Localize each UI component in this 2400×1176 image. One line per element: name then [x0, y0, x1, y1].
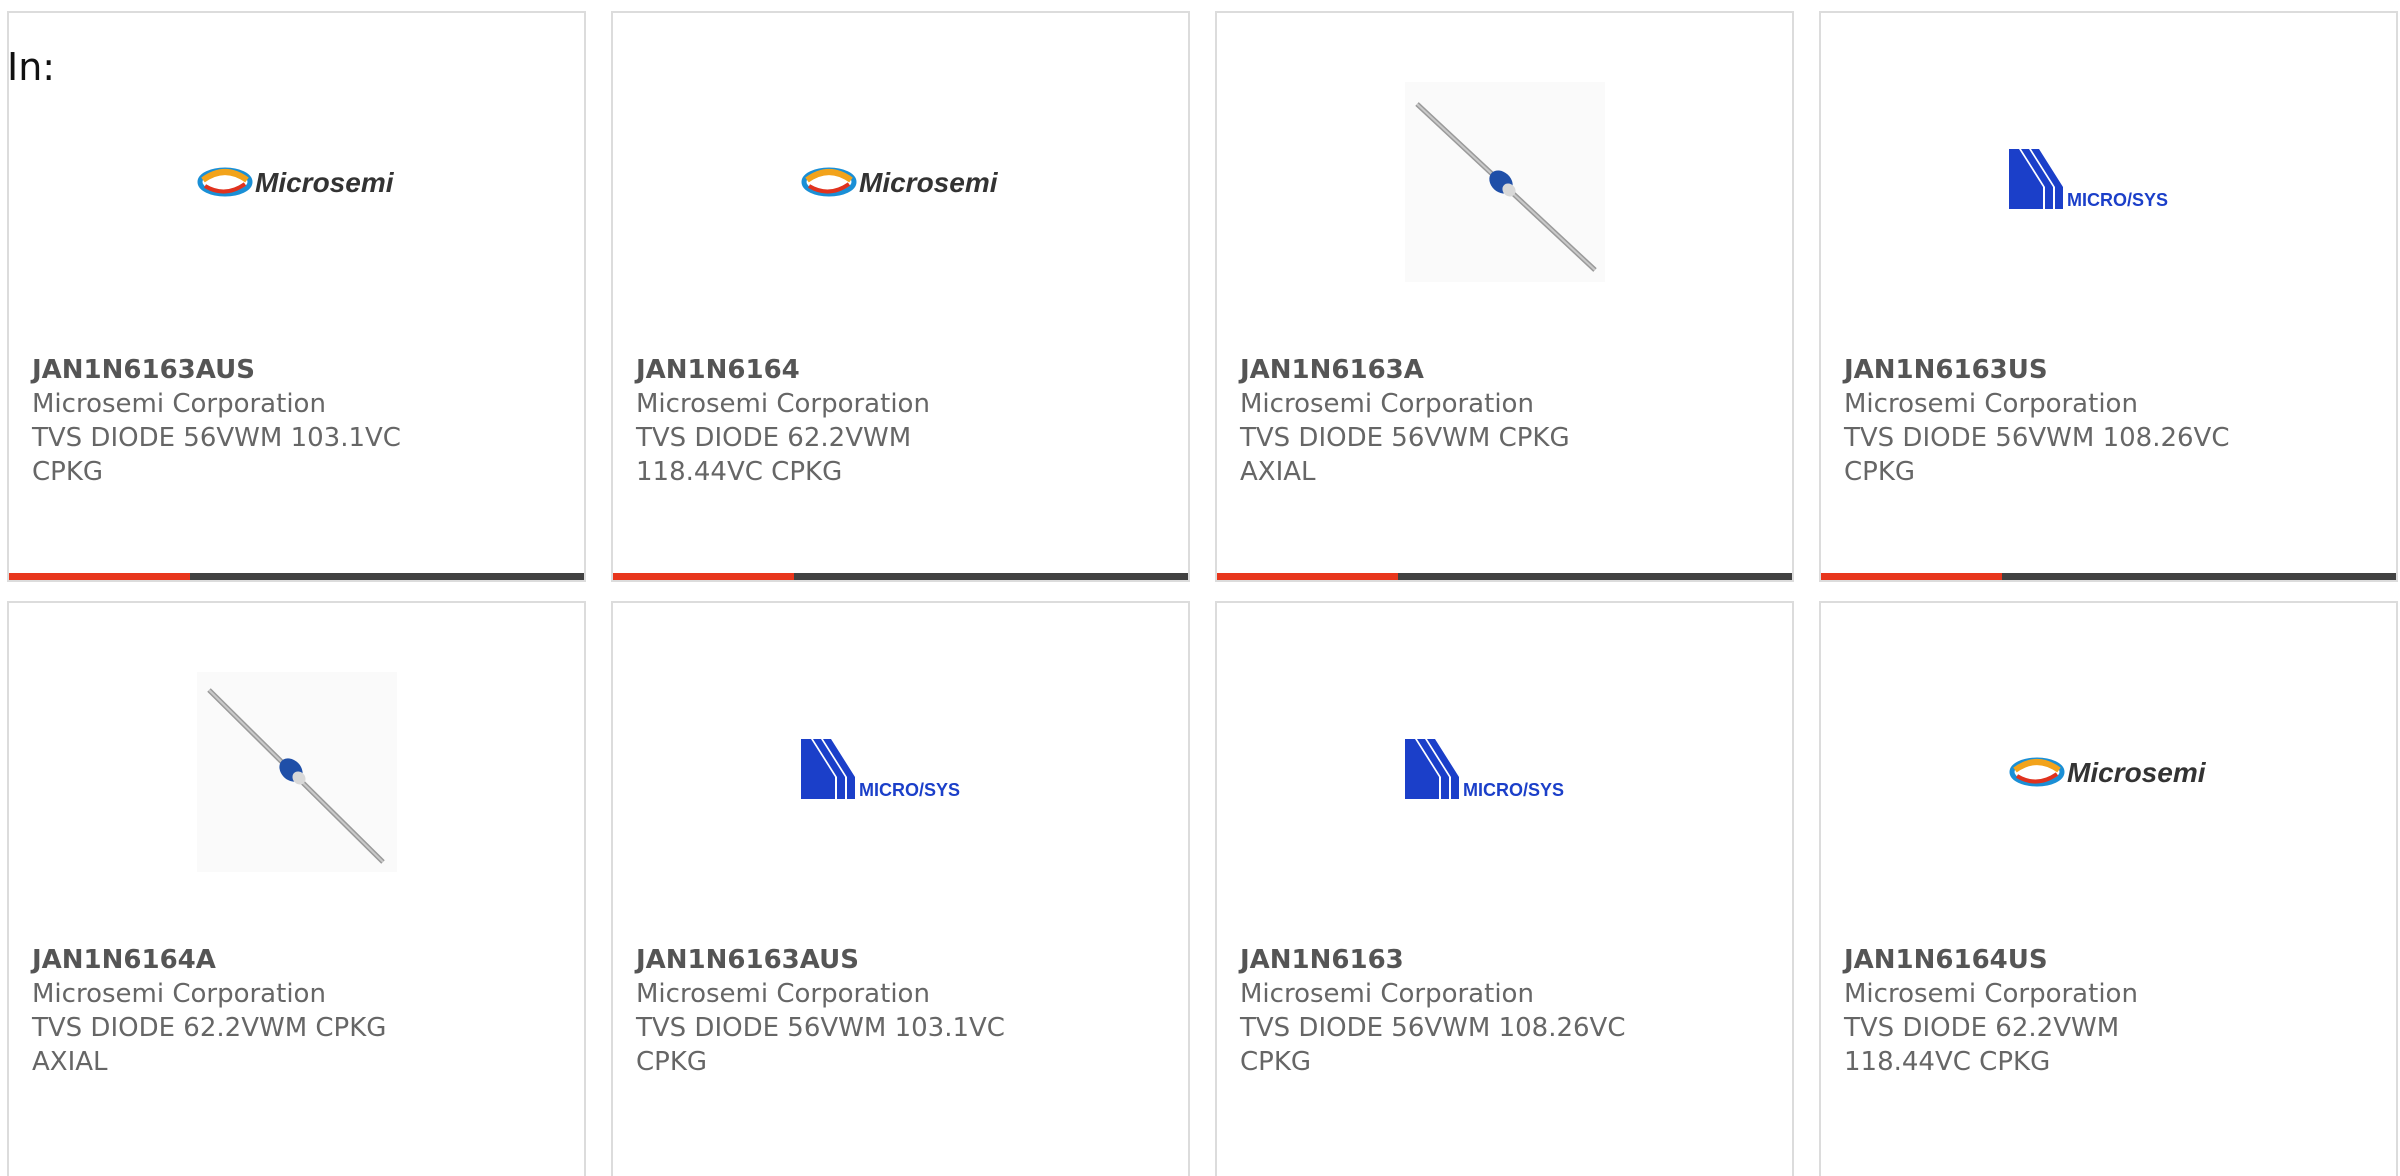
manufacturer: Microsemi Corporation [32, 979, 326, 1009]
microsemi-logo: Microsemi [801, 82, 1001, 282]
svg-text:Microsemi: Microsemi [255, 167, 395, 198]
manufacturer: Microsemi Corporation [1844, 389, 2138, 419]
manufacturer: Microsemi Corporation [636, 979, 930, 1009]
description: TVS DIODE 56VWM CPKG AXIAL [1240, 423, 1570, 487]
svg-text:Microsemi: Microsemi [859, 167, 999, 198]
part-number[interactable]: JAN1N6163AUS [636, 943, 1168, 977]
part-number[interactable]: JAN1N6163AUS [32, 353, 564, 387]
microsemi-logo: Microsemi [2009, 672, 2209, 872]
manufacturer: Microsemi Corporation [636, 389, 930, 419]
product-card[interactable]: MICRO/SYS JAN1N6163US Microsemi Corporat… [1819, 11, 2398, 582]
part-number[interactable]: JAN1N6163A [1240, 353, 1772, 387]
part-number[interactable]: JAN1N6164A [32, 943, 564, 977]
axial-diode-photo [1404, 82, 1605, 282]
manufacturer: Microsemi Corporation [1240, 389, 1534, 419]
product-card[interactable]: JAN1N6163A Microsemi Corporation TVS DIO… [1215, 11, 1794, 582]
svg-text:MICRO/SYS: MICRO/SYS [2067, 190, 2168, 210]
product-card[interactable]: Microsemi JAN1N6163AUS Microsemi Corpora… [7, 11, 586, 582]
description: TVS DIODE 62.2VWM CPKG AXIAL [32, 1013, 387, 1077]
card-bar [613, 573, 1188, 580]
microsys-logo: MICRO/SYS [800, 672, 1001, 872]
svg-text:Microsemi: Microsemi [2067, 757, 2207, 788]
description: TVS DIODE 56VWM 103.1VC CPKG [636, 1013, 1005, 1077]
svg-text:MICRO/SYS: MICRO/SYS [1463, 780, 1564, 800]
microsemi-logo: Microsemi [197, 82, 397, 282]
card-bar [1217, 573, 1792, 580]
card-bar [1821, 573, 2396, 580]
description: TVS DIODE 56VWM 103.1VC CPKG [32, 423, 401, 487]
product-card[interactable]: MICRO/SYS JAN1N6163AUS Microsemi Corpora… [611, 601, 1190, 1176]
axial-diode-photo [196, 672, 397, 872]
product-card[interactable]: Microsemi JAN1N6164US Microsemi Corporat… [1819, 601, 2398, 1176]
manufacturer: Microsemi Corporation [32, 389, 326, 419]
manufacturer: Microsemi Corporation [1844, 979, 2138, 1009]
description: TVS DIODE 56VWM 108.26VC CPKG [1844, 423, 2230, 487]
filter-label: In: [7, 45, 56, 89]
part-number[interactable]: JAN1N6164US [1844, 943, 2376, 977]
product-card[interactable]: Microsemi JAN1N6164 Microsemi Corporatio… [611, 11, 1190, 582]
product-card[interactable]: MICRO/SYS JAN1N6163 Microsemi Corporatio… [1215, 601, 1794, 1176]
description: TVS DIODE 62.2VWM 118.44VC CPKG [636, 423, 912, 487]
part-number[interactable]: JAN1N6163US [1844, 353, 2376, 387]
manufacturer: Microsemi Corporation [1240, 979, 1534, 1009]
svg-text:MICRO/SYS: MICRO/SYS [859, 780, 960, 800]
part-number[interactable]: JAN1N6164 [636, 353, 1168, 387]
description: TVS DIODE 62.2VWM 118.44VC CPKG [1844, 1013, 2120, 1077]
description: TVS DIODE 56VWM 108.26VC CPKG [1240, 1013, 1626, 1077]
microsys-logo: MICRO/SYS [2008, 82, 2209, 282]
product-card[interactable]: JAN1N6164A Microsemi Corporation TVS DIO… [7, 601, 586, 1176]
microsys-logo: MICRO/SYS [1404, 672, 1605, 872]
card-bar [9, 573, 584, 580]
part-number[interactable]: JAN1N6163 [1240, 943, 1772, 977]
